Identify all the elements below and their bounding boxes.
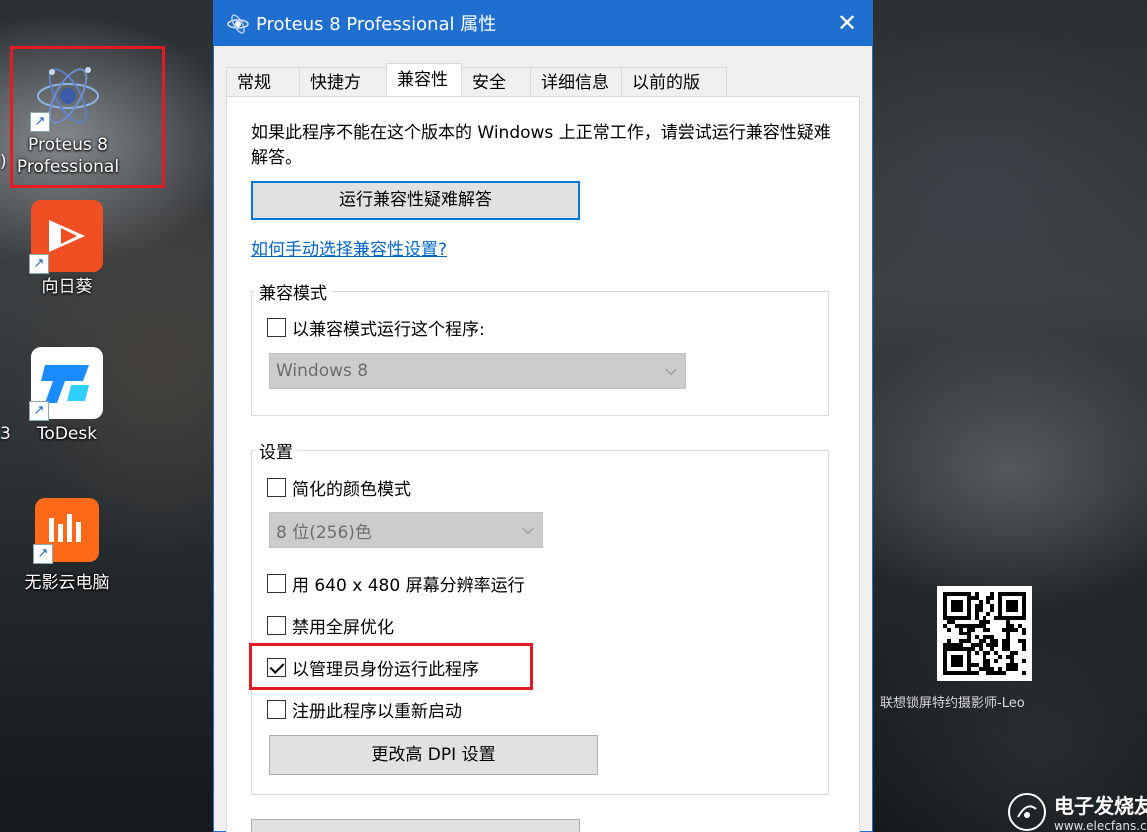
properties-dialog: Proteus 8 Professional 属性 ✕ 常规 快捷方式 兼容性 …	[213, 0, 873, 832]
brand-name: 电子发烧友	[1054, 794, 1147, 818]
proteus-title-icon	[227, 14, 249, 34]
settings-title: 设置	[255, 438, 297, 463]
tab-previous-versions[interactable]: 以前的版本	[621, 67, 727, 123]
register-restart-label: 注册此程序以重新启动	[292, 702, 462, 722]
qr-caption: 联想锁屏特约摄影师-Leo	[880, 696, 1025, 711]
dialog-title: Proteus 8 Professional 属性	[256, 14, 497, 35]
compatibility-panel: 如果此程序不能在这个版本的 Windows 上正常工作，请尝试运行兼容性疑难解答…	[226, 96, 860, 832]
chevron-down-icon	[665, 363, 677, 376]
highlight-box-proteus	[10, 46, 165, 188]
intro-text: 如果此程序不能在这个版本的 Windows 上正常工作，请尝试运行兼容性疑难解答…	[251, 123, 831, 168]
elecfans-logo-icon	[1008, 792, 1046, 831]
highlight-box-run-as-admin	[249, 643, 533, 690]
desktop-icon-label: 无影云电脑	[24, 573, 110, 593]
tab-shortcut[interactable]: 快捷方式	[299, 67, 387, 123]
bottom-button-partial[interactable]	[251, 819, 580, 832]
reduced-color-row[interactable]: 简化的颜色模式	[267, 475, 411, 500]
desktop-icon-label: ToDesk	[36, 424, 98, 444]
tab-compatibility[interactable]: 兼容性	[386, 63, 462, 96]
manual-settings-link[interactable]: 如何手动选择兼容性设置?	[251, 235, 447, 260]
desktop-icon-wuying[interactable]: ↗ 无影云电脑	[7, 498, 127, 594]
color-depth-select[interactable]: 8 位(256)色	[269, 512, 543, 548]
compat-mode-title: 兼容模式	[255, 279, 331, 304]
reduced-color-label: 简化的颜色模式	[292, 480, 411, 500]
desktop-icon-todesk[interactable]: ↗ ToDesk	[7, 347, 127, 445]
register-restart-checkbox[interactable]	[267, 700, 286, 719]
run-troubleshooter-button[interactable]: 运行兼容性疑难解答	[251, 181, 580, 220]
compat-os-value: Windows 8	[276, 361, 369, 381]
color-depth-value: 8 位(256)色	[276, 522, 372, 543]
compat-mode-checkbox[interactable]	[267, 318, 286, 337]
shortcut-arrow-icon: ↗	[29, 401, 49, 421]
register-restart-row[interactable]: 注册此程序以重新启动	[267, 697, 462, 722]
tab-strip: 常规 快捷方式 兼容性 安全 详细信息 以前的版本	[226, 63, 727, 123]
reduced-color-checkbox[interactable]	[267, 478, 286, 497]
brand-watermark: 电子发烧友 www.elecfans.com	[1008, 790, 1147, 832]
res-640-checkbox[interactable]	[267, 574, 286, 593]
compat-os-select[interactable]: Windows 8	[269, 353, 686, 389]
desktop-icon-label: 向日葵	[41, 277, 93, 297]
brand-url: www.elecfans.com	[1054, 819, 1147, 832]
todesk-app-icon: ↗	[29, 347, 103, 421]
qr-code	[937, 586, 1032, 681]
shortcut-arrow-icon: ↗	[33, 544, 53, 564]
desktop-icon-sunlogin[interactable]: ↗ 向日葵	[7, 200, 127, 298]
qr-module	[1022, 671, 1026, 675]
tab-security[interactable]: 安全	[461, 67, 531, 97]
sunlogin-app-icon: ↗	[29, 200, 103, 274]
disable-fullscreen-checkbox[interactable]	[267, 616, 286, 635]
shortcut-arrow-icon: ↗	[29, 254, 49, 274]
res-640-label: 用 640 x 480 屏幕分辨率运行	[292, 576, 525, 596]
change-dpi-button[interactable]: 更改高 DPI 设置	[269, 735, 598, 775]
compat-mode-label: 以兼容模式运行这个程序:	[292, 320, 485, 340]
edge-text-fragment: )	[0, 152, 7, 172]
chevron-down-icon	[522, 522, 534, 535]
dialog-titlebar[interactable]: Proteus 8 Professional 属性 ✕	[214, 0, 872, 46]
tab-general[interactable]: 常规	[226, 67, 300, 97]
tab-details[interactable]: 详细信息	[530, 67, 622, 97]
qr-code-pattern	[943, 592, 1026, 675]
compat-mode-row[interactable]: 以兼容模式运行这个程序:	[267, 315, 485, 340]
disable-fullscreen-label: 禁用全屏优化	[292, 618, 394, 638]
wuying-app-icon: ↗	[33, 498, 99, 564]
res-640-row[interactable]: 用 640 x 480 屏幕分辨率运行	[267, 571, 525, 596]
disable-fullscreen-row[interactable]: 禁用全屏优化	[267, 613, 394, 638]
close-button[interactable]: ✕	[822, 0, 872, 46]
